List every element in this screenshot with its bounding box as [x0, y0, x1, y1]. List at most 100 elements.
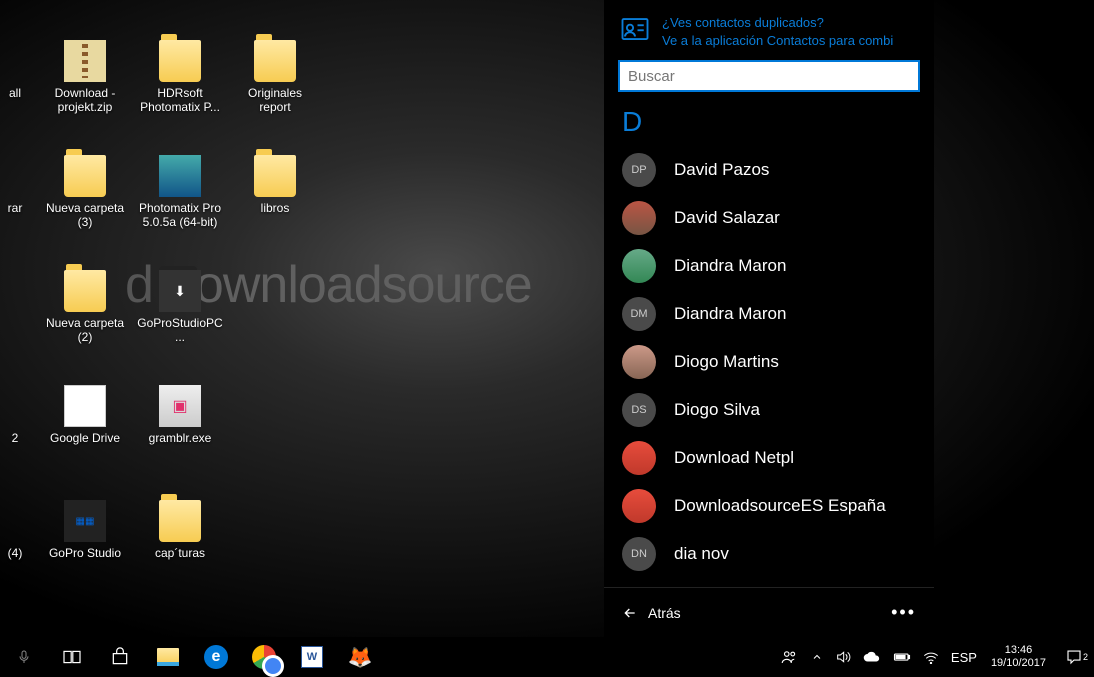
file-icon	[159, 500, 201, 542]
contact-name: Diandra Maron	[674, 256, 786, 276]
file-explorer-icon[interactable]	[144, 637, 192, 677]
icon-label: rar	[8, 201, 23, 215]
icon-label: Google Drive	[50, 431, 120, 445]
icon-label: GoProStudioPC...	[137, 316, 223, 344]
more-button[interactable]: •••	[891, 602, 916, 623]
desktop-icon[interactable]: ⬇ GoProStudioPC...	[135, 270, 225, 344]
contact-row[interactable]: DNdia nov	[604, 530, 934, 578]
duplicates-banner[interactable]: ¿Ves contactos duplicados? Ve a la aplic…	[604, 0, 934, 60]
back-button[interactable]: Atrás	[622, 605, 681, 621]
contact-name: David Pazos	[674, 160, 769, 180]
cortana-mic-icon[interactable]	[0, 637, 48, 677]
avatar: DM	[622, 297, 656, 331]
file-icon	[64, 270, 106, 312]
icon-label: Download - projekt.zip	[42, 86, 128, 114]
icon-label: (4)	[8, 546, 23, 560]
wifi-icon[interactable]	[917, 637, 945, 677]
task-view-icon[interactable]	[48, 637, 96, 677]
desktop-icon[interactable]: Google Drive	[40, 385, 130, 445]
desktop-icon[interactable]: ▦▦GoPro Studio	[40, 500, 130, 560]
taskbar: e W 🦊 ESP 13:46	[0, 637, 1094, 677]
icon-label: Nueva carpeta (2)	[42, 316, 128, 344]
contact-row[interactable]: DownloadsourceES España	[604, 482, 934, 530]
time-text: 13:46	[1005, 644, 1033, 657]
icon-label: HDRsoft Photomatix P...	[137, 86, 223, 114]
desktop-icon[interactable]: ▣ gramblr.exe	[135, 385, 225, 445]
avatar	[622, 441, 656, 475]
contact-name: Diandra Maron	[674, 304, 786, 324]
file-icon	[64, 155, 106, 197]
desktop-icon[interactable]: libros	[230, 155, 320, 215]
file-icon	[10, 500, 20, 542]
section-letter[interactable]: D	[604, 102, 934, 146]
language-indicator[interactable]: ESP	[945, 637, 983, 677]
back-label: Atrás	[648, 605, 681, 621]
contact-row[interactable]: DM Diandra Maron	[604, 290, 934, 338]
onedrive-icon[interactable]	[857, 637, 887, 677]
contact-row[interactable]: DSDiogo Silva	[604, 386, 934, 434]
desktop-icon[interactable]: cap´turas	[135, 500, 225, 560]
contact-row[interactable]: Download Netpl	[604, 434, 934, 482]
desktop-icon[interactable]: Originales report	[230, 40, 320, 114]
icon-label: libros	[261, 201, 290, 215]
icon-label: GoPro Studio	[49, 546, 121, 560]
file-icon	[64, 40, 106, 82]
people-taskbar-icon[interactable]	[773, 637, 805, 677]
contact-name: Diogo Martins	[674, 352, 779, 372]
action-center-icon[interactable]: 2	[1054, 648, 1094, 666]
file-icon: ⬇	[159, 270, 201, 312]
contact-card-icon	[620, 14, 650, 44]
icon-label: 2	[12, 431, 19, 445]
desktop-icon[interactable]: HDRsoft Photomatix P...	[135, 40, 225, 114]
contact-row[interactable]: David Salazar	[604, 194, 934, 242]
store-icon[interactable]	[96, 637, 144, 677]
arrow-left-icon	[622, 605, 638, 621]
file-icon	[159, 155, 201, 197]
desktop-icon[interactable]: Nueva carpeta (3)	[40, 155, 130, 229]
avatar	[622, 201, 656, 235]
date-text: 19/10/2017	[991, 657, 1046, 670]
file-icon	[64, 385, 106, 427]
avatar: DN	[622, 537, 656, 571]
file-icon	[254, 155, 296, 197]
people-panel: ¿Ves contactos duplicados? Ve a la aplic…	[604, 0, 934, 637]
gimp-icon[interactable]: 🦊	[336, 637, 384, 677]
banner-line1: ¿Ves contactos duplicados?	[662, 14, 893, 32]
avatar	[622, 249, 656, 283]
battery-icon[interactable]	[887, 637, 917, 677]
search-input[interactable]	[618, 60, 920, 92]
file-icon	[159, 40, 201, 82]
icon-label: Photomatix Pro 5.0.5a (64-bit)	[137, 201, 223, 229]
file-icon	[254, 40, 296, 82]
file-icon: ▣	[159, 385, 201, 427]
clock[interactable]: 13:46 19/10/2017	[983, 644, 1054, 670]
chrome-icon[interactable]	[240, 637, 288, 677]
file-icon	[10, 385, 20, 427]
desktop-icon[interactable]: Photomatix Pro 5.0.5a (64-bit)	[135, 155, 225, 229]
avatar	[622, 345, 656, 379]
file-icon	[10, 40, 20, 82]
icon-label: Originales report	[232, 86, 318, 114]
banner-line2: Ve a la aplicación Contactos para combi	[662, 32, 893, 50]
notif-count: 2	[1083, 652, 1088, 662]
icon-label: gramblr.exe	[149, 431, 212, 445]
contact-row[interactable]: Diogo Martins	[604, 338, 934, 386]
word-icon[interactable]: W	[288, 637, 336, 677]
icon-label: all	[9, 86, 21, 100]
desktop-icon[interactable]: Download - projekt.zip	[40, 40, 130, 114]
edge-icon[interactable]: e	[192, 637, 240, 677]
icon-label: Nueva carpeta (3)	[42, 201, 128, 229]
panel-footer: Atrás •••	[604, 587, 934, 637]
contact-name: Download Netpl	[674, 448, 794, 468]
avatar: DS	[622, 393, 656, 427]
contact-name: David Salazar	[674, 208, 780, 228]
tray-chevron-icon[interactable]	[805, 637, 829, 677]
contact-row[interactable]: Diandra Maron	[604, 242, 934, 290]
file-icon	[10, 155, 20, 197]
contact-name: DownloadsourceES España	[674, 496, 886, 516]
avatar	[622, 489, 656, 523]
contact-row[interactable]: DPDavid Pazos	[604, 146, 934, 194]
desktop-icon[interactable]: Nueva carpeta (2)	[40, 270, 130, 344]
volume-icon[interactable]	[829, 637, 857, 677]
contacts-list: DPDavid PazosDavid SalazarDiandra MaronD…	[604, 146, 934, 587]
